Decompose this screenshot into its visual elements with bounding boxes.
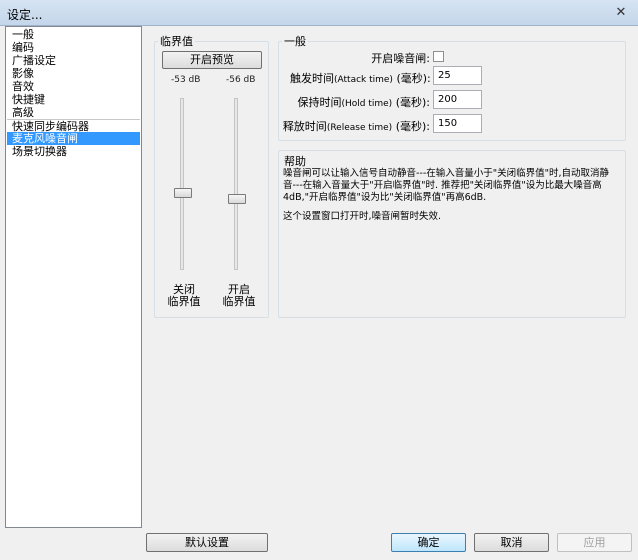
- hold-time-input[interactable]: 200: [433, 90, 482, 109]
- sidebar-item-audio[interactable]: 音效: [7, 80, 140, 93]
- close-threshold-db: -53 dB: [171, 75, 201, 85]
- release-time-label: 释放时间(Release time) (毫秒):: [280, 118, 430, 134]
- release-time-label-en: (Release time): [326, 123, 393, 133]
- cancel-button[interactable]: 取消: [474, 533, 549, 552]
- general-group-title: 一般: [282, 33, 308, 49]
- sidebar-item-encoding[interactable]: 编码: [7, 41, 140, 54]
- open-threshold-slider-track[interactable]: [234, 98, 238, 270]
- attack-time-label-zh: 触发时间: [290, 72, 334, 85]
- sidebar-item-broadcast[interactable]: 广播设定: [7, 54, 140, 67]
- attack-time-label-en: (Attack time): [334, 75, 393, 85]
- sidebar-item-general[interactable]: 一般: [7, 28, 140, 41]
- open-threshold-db: -56 dB: [226, 75, 256, 85]
- hold-time-label-zh: 保持时间: [297, 96, 342, 109]
- release-time-label-unit: (毫秒):: [395, 120, 430, 133]
- help-text-line3: 4dB,"开启临界值"设为比"关闭临界值"再高6dB.: [283, 192, 487, 203]
- release-time-label-zh: 释放时间: [282, 120, 327, 133]
- sidebar-item-scene-switcher[interactable]: 场景切换器: [7, 145, 140, 158]
- title-bar: 设定... ✕: [0, 0, 638, 26]
- release-time-input[interactable]: 150: [433, 114, 482, 133]
- help-text-line4: 这个设置窗口打开时,噪音闸暂时失效.: [283, 211, 442, 222]
- close-threshold-label: 关闭 临界值: [166, 284, 202, 308]
- close-threshold-label-line2: 临界值: [167, 295, 201, 308]
- defaults-button[interactable]: 默认设置: [146, 533, 268, 552]
- sidebar-item-hotkeys[interactable]: 快捷键: [7, 93, 140, 106]
- sidebar-item-noise-gate[interactable]: 麦克风噪音闸: [7, 132, 140, 145]
- open-threshold-label-line2: 临界值: [222, 295, 256, 308]
- sidebar-item-quicksync[interactable]: 快速同步编码器: [7, 119, 140, 133]
- threshold-group-title: 临界值: [158, 33, 195, 49]
- close-threshold-slider-track[interactable]: [180, 98, 184, 270]
- attack-time-label-unit: (毫秒):: [396, 72, 431, 85]
- help-text-line2: 音---在输入音量大于"开启临界值"时. 推荐把"关闭临界值"设为比最大噪音高: [283, 180, 602, 191]
- apply-button[interactable]: 应用: [557, 533, 632, 552]
- enable-noise-gate-checkbox[interactable]: [433, 51, 444, 62]
- open-threshold-label: 开启 临界值: [220, 284, 258, 308]
- help-group-title: 帮助: [284, 155, 306, 168]
- settings-category-list: 一般 编码 广播设定 影像 音效 快捷键 高级 快速同步编码器 麦克风噪音闸 场…: [5, 26, 142, 528]
- ok-button[interactable]: 确定: [391, 533, 466, 552]
- window-title: 设定...: [7, 8, 43, 22]
- close-icon[interactable]: ✕: [612, 4, 630, 21]
- hold-time-label: 保持时间(Hold time) (毫秒):: [290, 94, 430, 110]
- sidebar-item-video[interactable]: 影像: [7, 67, 140, 80]
- help-text-line1: 噪音闸可以让输入信号自动静音---在输入音量小于"关闭临界值"时,自动取消静: [283, 168, 610, 179]
- attack-time-label: 触发时间(Attack time) (毫秒):: [290, 70, 431, 86]
- attack-time-input[interactable]: 25: [433, 66, 482, 85]
- close-threshold-slider-thumb[interactable]: [174, 188, 192, 198]
- preview-button[interactable]: 开启预览: [162, 51, 262, 69]
- enable-noise-gate-label: 开启噪音闸:: [371, 52, 430, 65]
- hold-time-label-en: (Hold time): [341, 99, 393, 109]
- hold-time-label-unit: (毫秒):: [395, 96, 430, 109]
- open-threshold-slider-thumb[interactable]: [228, 194, 246, 204]
- sidebar-item-advanced[interactable]: 高级: [7, 106, 140, 119]
